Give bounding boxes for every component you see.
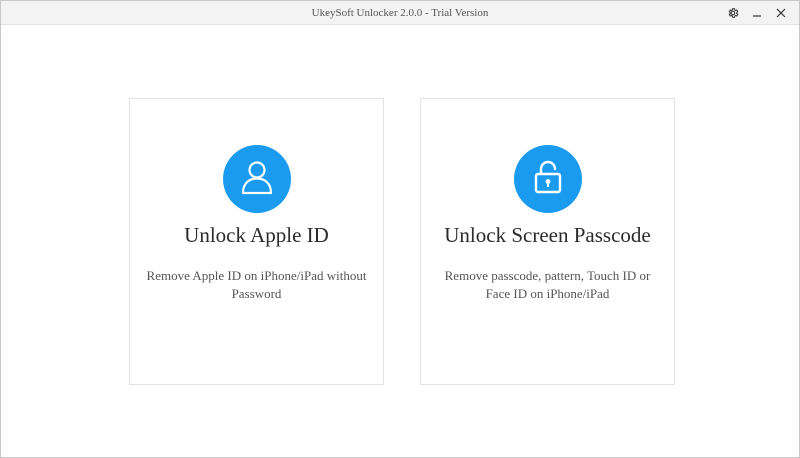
close-icon — [776, 8, 786, 18]
user-icon — [240, 159, 274, 200]
unlock-screen-passcode-card[interactable]: Unlock Screen Passcode Remove passcode, … — [420, 98, 675, 385]
minimize-icon — [752, 8, 762, 18]
gear-icon — [727, 7, 739, 19]
minimize-button[interactable] — [745, 1, 769, 25]
unlock-apple-id-description: Remove Apple ID on iPhone/iPad without P… — [146, 268, 367, 301]
settings-button[interactable] — [721, 1, 745, 25]
unlock-apple-id-title: Unlock Apple ID — [184, 223, 329, 247]
unlock-apple-id-icon-circle — [223, 145, 291, 213]
app-window: UkeySoft Unlocker 2.0.0 - Trial Version — [0, 0, 800, 458]
lock-icon — [533, 159, 563, 200]
window-title: UkeySoft Unlocker 2.0.0 - Trial Version — [311, 7, 489, 19]
unlock-screen-passcode-description: Remove passcode, pattern, Touch ID or Fa… — [444, 268, 651, 301]
unlock-screen-passcode-icon-circle — [514, 145, 582, 213]
unlock-screen-passcode-title: Unlock Screen Passcode — [444, 223, 651, 247]
title-bar[interactable]: UkeySoft Unlocker 2.0.0 - Trial Version — [1, 1, 799, 25]
window-controls — [721, 1, 793, 25]
close-button[interactable] — [769, 1, 793, 25]
unlock-apple-id-card[interactable]: Unlock Apple ID Remove Apple ID on iPhon… — [129, 98, 384, 385]
